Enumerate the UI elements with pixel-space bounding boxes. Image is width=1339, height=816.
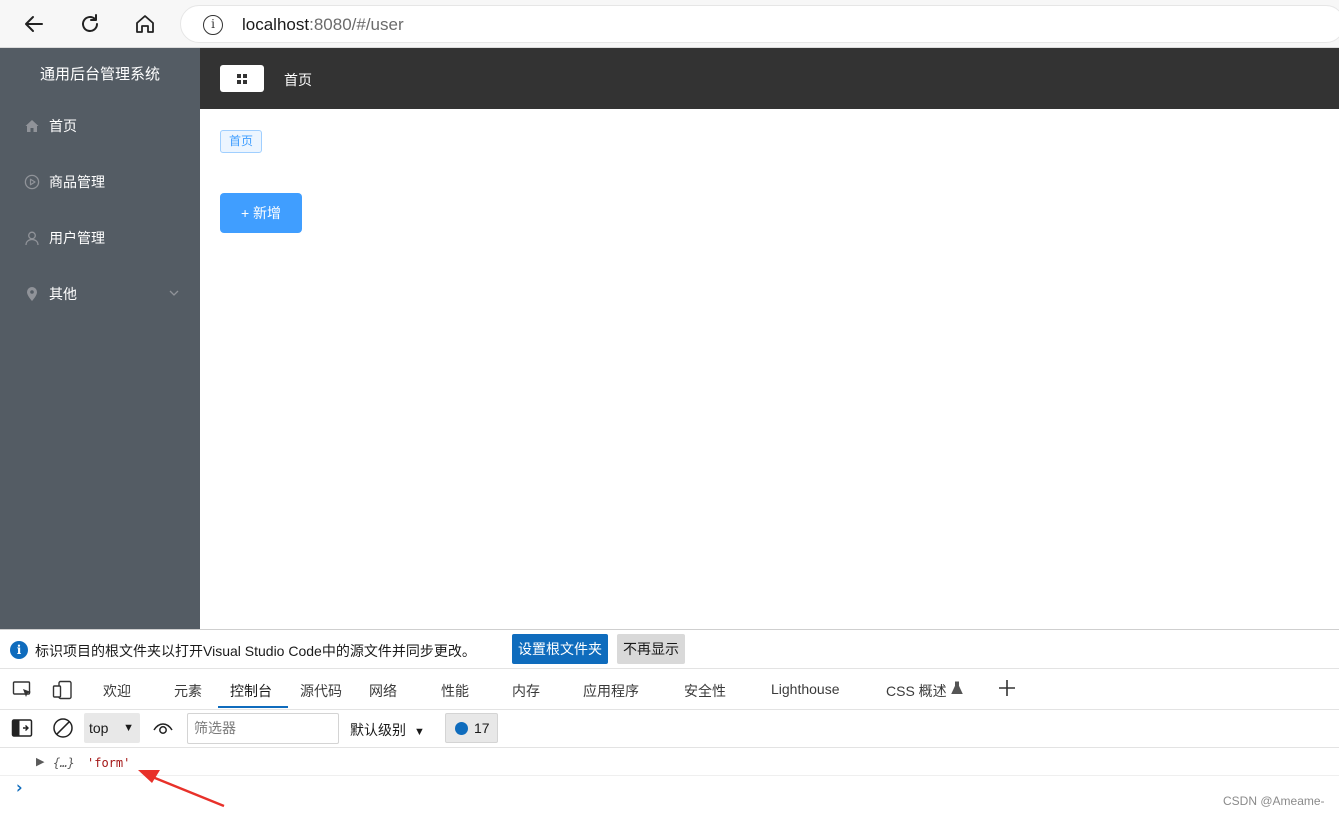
add-button[interactable]: + 新增 [220, 193, 302, 233]
sidebar-toggle-icon [11, 719, 33, 737]
clear-console-button[interactable] [52, 717, 74, 744]
header-title: 首页 [284, 72, 312, 88]
flask-icon [951, 681, 963, 700]
sidebar-item-label: 商品管理 [49, 174, 105, 190]
issues-badge[interactable]: 17 [445, 713, 498, 743]
reload-button[interactable] [74, 8, 106, 40]
reload-icon [82, 14, 98, 32]
annotation-arrow-icon [138, 770, 225, 808]
tab-security[interactable]: 安全性 [684, 681, 726, 701]
menu-collapse-button[interactable] [220, 65, 264, 92]
info-icon: i [10, 641, 28, 659]
active-tab-indicator [218, 706, 288, 708]
tab-network[interactable]: 网络 [369, 681, 397, 701]
tab-tag-home[interactable]: 首页 [220, 130, 263, 153]
house-icon [24, 118, 40, 134]
tab-console[interactable]: 控制台 [230, 681, 272, 701]
add-tab-button[interactable] [996, 677, 1018, 704]
context-value: top [89, 720, 109, 736]
string-value: 'form' [87, 756, 131, 770]
tab-memory[interactable]: 内存 [512, 681, 540, 701]
console-prompt-icon[interactable]: › [14, 778, 24, 798]
clear-icon [53, 718, 73, 738]
inspect-icon [12, 681, 31, 697]
sidebar-item-other[interactable]: 其他 [0, 266, 200, 322]
context-selector[interactable]: top ▼ [84, 713, 140, 743]
sidebar-item-label: 首页 [49, 118, 77, 134]
sidebar-item-label: 用户管理 [49, 230, 105, 246]
tab-css-overview[interactable]: CSS 概述 [886, 681, 947, 701]
url-text[interactable]: localhost:8080/#/user [242, 15, 404, 35]
console-sidebar-toggle[interactable] [11, 718, 33, 743]
filter-input[interactable]: 筛选器 [187, 713, 339, 744]
device-icon [52, 680, 72, 700]
sidebar-item-products[interactable]: 商品管理 [0, 154, 200, 210]
app-header: 首页 [200, 48, 1339, 109]
sidebar-item-home[interactable]: 首页 [0, 98, 200, 154]
tab-welcome[interactable]: 欢迎 [103, 681, 131, 701]
infobar-text: 标识项目的根文件夹以打开Visual Studio Code中的源文件并同步更改… [35, 643, 476, 659]
home-button[interactable] [129, 8, 161, 40]
devtools-tabbar: 欢迎 元素 控制台 源代码 网络 性能 内存 应用程序 安全性 Lighthou… [0, 669, 1339, 710]
site-info-icon[interactable]: i [203, 15, 223, 35]
address-bar[interactable]: i localhost:8080/#/user [180, 5, 1339, 43]
expand-triangle-icon[interactable]: ▶ [36, 755, 44, 768]
log-level-value: 默认级别 [350, 722, 406, 738]
browser-toolbar: i localhost:8080/#/user [0, 0, 1339, 48]
sidebar-item-label: 其他 [49, 286, 77, 302]
inspect-element-button[interactable] [12, 680, 34, 705]
tab-performance[interactable]: 性能 [441, 681, 469, 701]
arrow-left-icon [25, 16, 43, 32]
tab-lighthouse[interactable]: Lighthouse [771, 681, 840, 697]
object-preview[interactable]: {…} [53, 756, 75, 770]
device-emulation-button[interactable] [52, 680, 74, 705]
devtools-infobar: i 标识项目的根文件夹以打开Visual Studio Code中的源文件并同步… [0, 629, 1339, 669]
grid-icon [237, 73, 247, 84]
sidebar-item-users[interactable]: 用户管理 [0, 210, 200, 266]
play-circle-icon [24, 174, 40, 190]
tab-sources[interactable]: 源代码 [300, 681, 342, 701]
chevron-down-icon [168, 286, 180, 302]
sidebar: 通用后台管理系统 首页 商品管理 用户管理 其他 [0, 48, 200, 629]
eye-icon [153, 723, 173, 734]
watermark: CSDN @Ameame- [1223, 794, 1325, 808]
back-button[interactable] [18, 8, 50, 40]
console-toolbar: top ▼ 筛选器 默认级别 ▼ 17 [0, 710, 1339, 748]
user-icon [24, 230, 40, 246]
message-icon [455, 722, 468, 735]
app-title: 通用后台管理系统 [39, 66, 160, 83]
tab-elements[interactable]: 元素 [174, 681, 202, 701]
caret-down-icon: ▼ [123, 722, 134, 734]
home-icon [136, 15, 154, 33]
set-root-folder-button[interactable]: 设置根文件夹 [512, 634, 608, 664]
caret-down-icon: ▼ [414, 726, 425, 738]
live-expression-button[interactable] [152, 719, 174, 742]
plus-icon [999, 680, 1015, 696]
log-level-selector[interactable]: 默认级别 ▼ [350, 720, 425, 740]
tab-application[interactable]: 应用程序 [583, 681, 639, 701]
location-icon [24, 286, 40, 302]
issues-count: 17 [474, 720, 490, 736]
dont-show-again-button[interactable]: 不再显示 [617, 634, 685, 664]
